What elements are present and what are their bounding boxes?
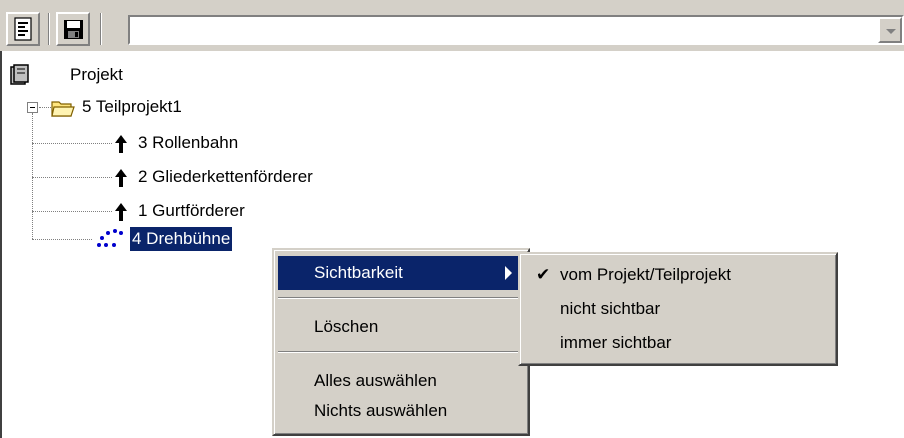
tree-connector (32, 177, 112, 178)
menu-separator (278, 297, 524, 299)
folder-open-icon (51, 101, 75, 117)
properties-list-button[interactable] (6, 12, 40, 46)
submenu-item-vom-projekt[interactable]: ✔ vom Projekt/Teilprojekt (524, 258, 832, 292)
tree-node-item[interactable]: 1 Gurtförderer (114, 199, 414, 223)
up-arrow-icon (115, 135, 127, 153)
tree-node-item-selected[interactable]: 4 Drehbühne (94, 226, 294, 252)
chevron-down-icon (886, 29, 896, 34)
menu-item-alles-auswaehlen[interactable]: Alles auswählen (278, 364, 524, 398)
tree-node-folder[interactable]: 5 Teilprojekt1 (50, 95, 270, 119)
save-button[interactable] (56, 12, 90, 46)
up-arrow-icon (115, 169, 127, 187)
project-books-icon (10, 64, 29, 85)
menu-item-label: Alles auswählen (314, 371, 437, 390)
tree-node-item[interactable]: 2 Gliederkettenförderer (114, 165, 454, 189)
menu-item-label: immer sichtbar (560, 333, 672, 352)
checkmark-icon: ✔ (536, 265, 551, 284)
tree-node-label: 2 Gliederkettenförderer (138, 167, 313, 186)
tree-node-label: 5 Teilprojekt1 (82, 97, 182, 116)
tree-node-label: Projekt (70, 65, 123, 84)
menu-item-loeschen[interactable]: Löschen (278, 310, 524, 344)
menu-separator (278, 351, 524, 353)
dotted-rotate-icon (97, 229, 123, 247)
properties-list-icon (14, 17, 32, 41)
context-menu: Sichtbarkeit Löschen Alles auswählen Nic… (272, 248, 530, 436)
submenu-arrow-icon (505, 266, 512, 280)
menu-item-label: Sichtbarkeit (314, 263, 403, 282)
menu-item-label: nicht sichtbar (560, 299, 661, 318)
tree-node-root[interactable]: Projekt (8, 63, 208, 87)
menu-item-nichts-auswaehlen[interactable]: Nichts auswählen (278, 394, 524, 428)
tree-connector (32, 239, 92, 240)
tree-node-label: 3 Rollenbahn (138, 133, 239, 152)
combobox-dropdown-button[interactable] (878, 17, 902, 43)
visibility-submenu: ✔ vom Projekt/Teilprojekt nicht sichtbar… (518, 252, 838, 366)
tree-node-item[interactable]: 3 Rollenbahn (114, 131, 414, 155)
toolbar (0, 7, 904, 51)
save-disk-icon (64, 20, 83, 39)
menu-item-label: vom Projekt/Teilprojekt (560, 265, 732, 284)
menu-item-sichtbarkeit[interactable]: Sichtbarkeit (278, 256, 524, 290)
toolbar-separator (48, 13, 50, 45)
tree-node-label: 4 Drehbühne (128, 226, 234, 252)
menu-item-label: Nichts auswählen (314, 401, 448, 420)
toolbar-separator (100, 13, 102, 45)
tree-connector (32, 113, 33, 239)
selection-combobox[interactable] (128, 15, 904, 45)
submenu-item-immer-sichtbar[interactable]: immer sichtbar (524, 326, 832, 360)
tree-connector (32, 143, 112, 144)
collapse-minus-icon[interactable] (27, 102, 38, 113)
tree-node-label: 1 Gurtförderer (138, 201, 245, 220)
submenu-item-nicht-sichtbar[interactable]: nicht sichtbar (524, 292, 832, 326)
up-arrow-icon (115, 203, 127, 221)
menu-item-label: Löschen (314, 317, 379, 336)
tree-connector (32, 211, 112, 212)
